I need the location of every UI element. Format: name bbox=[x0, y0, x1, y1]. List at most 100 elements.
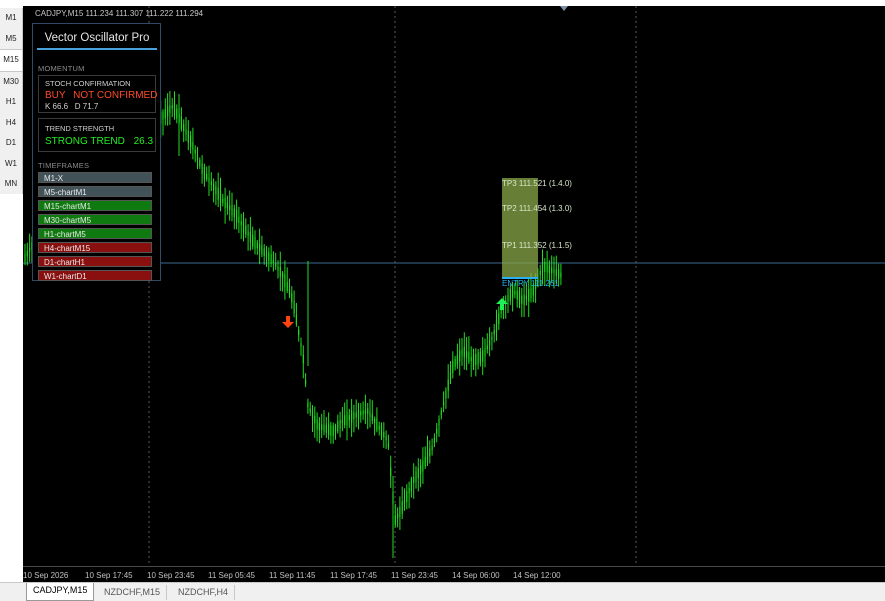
candle-body bbox=[553, 269, 555, 274]
chart-shift-marker[interactable] bbox=[560, 6, 568, 11]
candle-body bbox=[259, 244, 261, 251]
candle-body bbox=[167, 106, 169, 117]
candle-body bbox=[433, 437, 435, 444]
stoch-confirmation-box: STOCH CONFIRMATION BUY NOT CONFIRMED K 6… bbox=[38, 75, 157, 113]
timeframe-button-h1[interactable]: H1 bbox=[0, 92, 22, 113]
candle-body bbox=[201, 163, 203, 174]
time-label: 14 Sep 12:00 bbox=[513, 571, 561, 580]
candle-body bbox=[544, 261, 546, 272]
timeframe-button-d1[interactable]: D1 bbox=[0, 133, 22, 154]
candle-body bbox=[491, 336, 493, 340]
candle-body bbox=[440, 410, 442, 416]
candle-body bbox=[408, 488, 410, 494]
candle-body bbox=[180, 116, 182, 130]
candle-body bbox=[479, 351, 481, 363]
candle-body bbox=[236, 210, 238, 223]
candle-body bbox=[194, 149, 196, 154]
candle-body bbox=[240, 221, 242, 226]
timeframe-button-m1[interactable]: M1 bbox=[0, 8, 22, 29]
tp1-label: TP1 111.352 (1.1.5) bbox=[502, 241, 572, 250]
timeframe-button-m30[interactable]: M30 bbox=[0, 72, 22, 93]
timeframe-button-m5[interactable]: M5 bbox=[0, 29, 22, 50]
timeframe-button-mn[interactable]: MN bbox=[0, 174, 22, 195]
candle-body bbox=[528, 289, 530, 302]
candle-body bbox=[498, 313, 500, 324]
tab-nzdchf-h4[interactable]: NZDCHF,H4 bbox=[172, 585, 236, 600]
symbol-header: CADJPY,M15 111.234 111.307 111.222 111.2… bbox=[35, 9, 204, 18]
candle-body bbox=[449, 371, 452, 381]
candle-body bbox=[206, 173, 208, 180]
candle-body bbox=[318, 422, 320, 431]
candle-body bbox=[424, 456, 426, 467]
candle-body bbox=[484, 348, 486, 356]
candle-body bbox=[507, 295, 509, 302]
candle-body bbox=[295, 314, 297, 325]
timeframe-row-m30-chartm5: M30-chartM5 bbox=[38, 214, 152, 225]
candle-body bbox=[376, 418, 378, 431]
timeframe-button-m15[interactable]: M15 bbox=[0, 49, 22, 72]
price-chart[interactable]: TP3 111.521 (1.4.0) TP2 111.454 (1.3.0) TP… bbox=[23, 6, 885, 582]
trend-status: STRONG TREND bbox=[45, 136, 125, 147]
candle-body bbox=[493, 330, 495, 335]
timeframe-row-m15-chartm1: M15-chartM1 bbox=[38, 200, 152, 211]
candle-body bbox=[199, 159, 201, 167]
candle-body bbox=[456, 354, 458, 365]
candle-body bbox=[222, 198, 224, 203]
candle-body bbox=[29, 247, 31, 252]
tab-cadjpy-m15[interactable]: CADJPY,M15 bbox=[26, 583, 95, 601]
time-label: 11 Sep 11:45 bbox=[269, 571, 316, 580]
candle-body bbox=[351, 410, 353, 423]
time-label: 11 Sep 23:45 bbox=[391, 571, 439, 580]
candle-body bbox=[203, 167, 205, 180]
sell-arrow-icon bbox=[282, 316, 294, 328]
candle-body bbox=[341, 420, 343, 424]
candle-body bbox=[560, 272, 562, 278]
candle-body bbox=[215, 186, 217, 195]
candle-body bbox=[224, 197, 226, 209]
candle-body bbox=[445, 390, 447, 399]
candle-body bbox=[468, 351, 470, 362]
candle-body bbox=[436, 428, 438, 434]
candle-body bbox=[447, 379, 449, 391]
candle-body bbox=[555, 269, 557, 277]
candle-body bbox=[472, 354, 475, 368]
candle-body bbox=[482, 350, 484, 362]
timeframe-button-w1[interactable]: W1 bbox=[0, 154, 22, 175]
candle-body bbox=[233, 208, 235, 218]
target-zone bbox=[502, 178, 538, 278]
candle-body bbox=[383, 432, 385, 438]
candle-body bbox=[254, 237, 256, 249]
candle-body bbox=[495, 319, 498, 332]
candle-body bbox=[489, 340, 491, 345]
candle-body bbox=[417, 468, 419, 479]
candle-body bbox=[410, 478, 412, 492]
candle-body bbox=[431, 445, 433, 451]
candle-body bbox=[415, 471, 417, 482]
candle-body bbox=[311, 411, 314, 419]
timeframe-button-h4[interactable]: H4 bbox=[0, 113, 22, 134]
candle-body bbox=[422, 460, 424, 472]
candle-body bbox=[300, 343, 302, 347]
candle-body bbox=[328, 424, 330, 435]
candle-body bbox=[261, 245, 263, 255]
candle-body bbox=[169, 105, 171, 113]
candle-body bbox=[518, 291, 521, 304]
stoch-values: K 66.6 D 71.7 bbox=[45, 102, 99, 111]
candle-body bbox=[463, 347, 465, 358]
tab-nzdchf-m15[interactable]: NZDCHF,M15 bbox=[98, 585, 168, 600]
candle-body bbox=[217, 187, 219, 200]
candle-body bbox=[443, 401, 445, 406]
candle-body bbox=[323, 424, 325, 432]
candle-body bbox=[413, 476, 415, 484]
candle-body bbox=[539, 270, 541, 276]
candle-body bbox=[277, 266, 279, 271]
candle-body bbox=[346, 412, 348, 426]
candle-body bbox=[164, 109, 166, 118]
candle-body bbox=[208, 177, 210, 183]
candle-body bbox=[247, 231, 249, 236]
candle-body bbox=[183, 123, 185, 131]
candle-body bbox=[374, 418, 376, 424]
candle-body bbox=[173, 102, 176, 116]
chart-tabs: CADJPY,M15 NZDCHF,M15 NZDCHF,H4 bbox=[0, 582, 885, 601]
candle-body bbox=[380, 424, 383, 438]
